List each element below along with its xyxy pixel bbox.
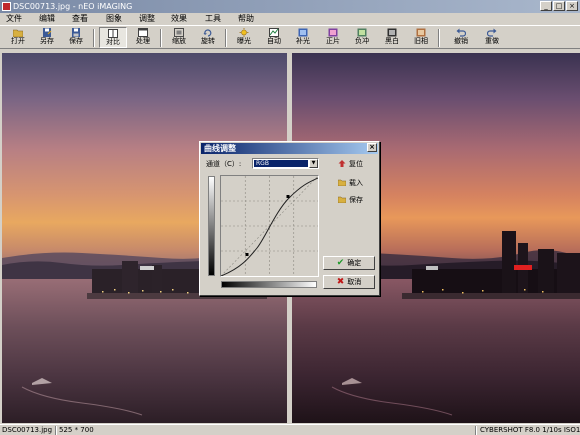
menu-image[interactable]: 图象 [106,13,122,25]
output-gradient-bar [208,176,215,276]
status-separator [475,426,477,435]
save-curve-link[interactable]: 保存 [338,196,363,205]
toolbar-separator [225,29,227,47]
toolbar-rotate-button[interactable]: 旋转 [194,27,222,48]
redo-icon [487,28,497,37]
status-filename: DSC00713.jpg [2,426,53,434]
menu-bar: 文件 编辑 查看 图象 调整 效果 工具 帮助 [0,13,580,25]
open-folder-icon [338,179,346,186]
undo-icon [456,28,466,37]
open-folder-icon [13,29,23,37]
curve-graph [220,175,319,277]
ok-button[interactable]: ✔ 确定 [323,256,375,270]
rotate-icon [203,29,212,37]
black-white-icon [387,28,397,37]
chevron-down-icon[interactable]: ▼ [309,159,318,168]
menu-adjust[interactable]: 调整 [139,13,155,25]
reset-link[interactable]: 复位 [338,160,363,169]
toolbar-old-photo-button[interactable]: 旧相 [407,27,435,48]
old-photo-icon [416,28,426,37]
status-exif: CYBERSHOT F8.0 1/10s ISO100 [480,426,580,434]
toolbar-exposure-button[interactable]: 曝光 [230,27,258,48]
title-bar: DSC00713.jpg - nEO iMAGING _ □ × [0,0,580,13]
toolbar-auto-button[interactable]: 自动 [260,27,288,48]
toolbar-compare-button[interactable]: 对比 [99,27,127,48]
toolbar-save-button[interactable]: 保存 [62,27,90,48]
curve-editor[interactable] [220,175,319,277]
save-disk-icon [72,28,80,37]
toolbar-separator [93,29,95,47]
toolbar-cross-process-button[interactable]: 负冲 [348,27,376,48]
toolbar-undo-button[interactable]: 撤销 [447,27,475,48]
toolbar-separator [160,29,162,47]
resize-icon [174,28,184,37]
status-dimensions: 525 * 700 [59,426,94,434]
cancel-button[interactable]: ✖ 取消 [323,275,375,289]
reset-arrow-icon [338,160,346,167]
status-bar: DSC00713.jpg 525 * 700 CYBERSHOT F8.0 1/… [0,424,580,435]
window-title: DSC00713.jpg - nEO iMAGING [13,2,133,11]
save-as-icon [43,28,52,37]
checkmark-icon: ✔ [336,258,345,268]
toolbar-redo-button[interactable]: 重做 [478,27,506,48]
load-link[interactable]: 载入 [338,179,363,188]
toolbar: 打开 另存 保存 对比 处理 缩放 旋转 曝光 自动 补光 正片 负冲 黑白 旧… [0,25,580,49]
curves-dialog: 曲线调整 × 通道（C）: RGB ▼ 复位 载入 保存 ✔ 确定 ✖ 取消 [199,141,380,296]
toolbar-positive-button[interactable]: 正片 [319,27,347,48]
menu-effects[interactable]: 效果 [171,13,187,25]
exposure-icon [239,28,249,37]
cross-icon: ✖ [336,277,345,287]
close-button[interactable]: × [566,1,578,11]
auto-icon [269,28,279,37]
toolbar-save-as-button[interactable]: 另存 [33,27,61,48]
menu-view[interactable]: 查看 [72,13,88,25]
menu-edit[interactable]: 编辑 [39,13,55,25]
toolbar-open-button[interactable]: 打开 [4,27,32,48]
maximize-button[interactable]: □ [553,1,565,11]
minimize-button[interactable]: _ [540,1,552,11]
menu-tools[interactable]: 工具 [205,13,221,25]
app-icon [2,2,11,11]
toolbar-fill-light-button[interactable]: 补光 [289,27,317,48]
toolbar-separator [438,29,440,47]
compare-icon [108,29,118,38]
dialog-title-bar: 曲线调整 [201,143,378,154]
status-separator [55,426,57,435]
fill-light-icon [298,28,308,37]
dialog-title: 曲线调整 [204,144,236,153]
input-gradient-bar [221,281,317,288]
curve-point[interactable] [286,195,290,198]
toolbar-process-button[interactable]: 处理 [129,27,157,48]
dialog-close-button[interactable]: × [367,143,377,152]
channel-select-value: RGB [254,160,308,167]
process-icon [138,28,148,37]
channel-select[interactable]: RGB ▼ [252,158,319,169]
menu-help[interactable]: 帮助 [238,13,254,25]
channel-label: 通道（C）: [206,160,242,168]
menu-file[interactable]: 文件 [6,13,22,25]
curve-point[interactable] [245,253,249,256]
toolbar-resize-button[interactable]: 缩放 [165,27,193,48]
open-folder-icon [338,196,346,203]
cross-process-icon [357,28,367,37]
toolbar-black-white-button[interactable]: 黑白 [378,27,406,48]
positive-icon [328,28,338,37]
